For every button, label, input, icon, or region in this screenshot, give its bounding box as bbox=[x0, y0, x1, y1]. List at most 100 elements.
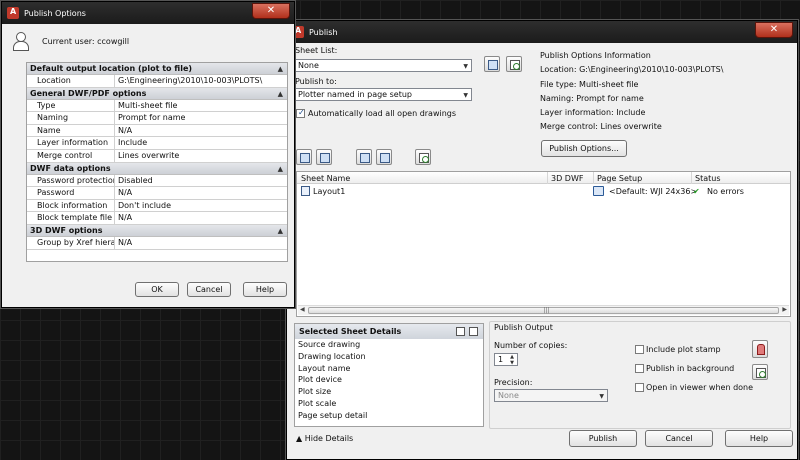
details-title: Selected Sheet Details bbox=[295, 324, 483, 339]
property-value[interactable]: Don't include bbox=[115, 200, 287, 212]
property-value[interactable]: Lines overwrite bbox=[115, 150, 287, 162]
property-row[interactable]: Name N/A bbox=[27, 124, 287, 138]
sheet-list-label: Sheet List: bbox=[295, 46, 338, 55]
hide-details-link[interactable]: ▲ Hide Details bbox=[296, 434, 353, 443]
publish-titlebar[interactable]: Publish bbox=[287, 21, 797, 43]
details-item: Plot scale bbox=[298, 398, 337, 408]
move-down-icon[interactable] bbox=[376, 149, 392, 165]
property-row[interactable]: Location G:\Engineering\2010\10-003\PLOTS… bbox=[27, 75, 287, 88]
options-titlebar[interactable]: Publish Options bbox=[2, 2, 294, 24]
property-value[interactable]: N/A bbox=[115, 187, 287, 199]
publish-options-button[interactable]: Publish Options... bbox=[541, 140, 627, 157]
property-key: Layer information bbox=[27, 137, 115, 149]
info-naming: Naming: Prompt for name bbox=[540, 94, 644, 103]
property-value[interactable]: Disabled bbox=[115, 175, 287, 187]
property-value[interactable]: N/A bbox=[115, 237, 287, 249]
grid-header: Sheet Name 3D DWF Page Setup Status bbox=[297, 172, 790, 184]
details-item: Page setup detail bbox=[298, 410, 368, 420]
property-value[interactable]: Multi-sheet file bbox=[115, 100, 287, 112]
property-row[interactable]: Block template file N/A bbox=[27, 212, 287, 225]
property-value[interactable]: G:\Engineering\2010\10-003\PLOTS\ bbox=[115, 75, 287, 87]
background-checkbox[interactable] bbox=[635, 364, 644, 373]
current-user-label: Current user: ccowgill bbox=[42, 36, 130, 46]
current-user-row: Current user: ccowgill bbox=[12, 32, 130, 51]
property-key: Password protection bbox=[27, 174, 115, 187]
details-title-text: Selected Sheet Details bbox=[299, 327, 402, 336]
table-row[interactable]: Layout1 <Default: WJI 24x36> ✔ No errors bbox=[297, 185, 790, 197]
sheet-list-dropdown[interactable]: None ▼ bbox=[294, 59, 472, 72]
property-row[interactable]: Naming Prompt for name bbox=[27, 112, 287, 125]
property-row[interactable]: Password N/A bbox=[27, 187, 287, 200]
chevron-down-icon: ▼ bbox=[463, 63, 468, 70]
cancel-button[interactable]: Cancel bbox=[645, 430, 713, 447]
publish-settings-icon[interactable] bbox=[752, 364, 768, 380]
property-key: Password bbox=[27, 187, 115, 199]
section-general-options[interactable]: General DWF/PDF options ▲ bbox=[27, 87, 287, 100]
property-value[interactable]: Include bbox=[115, 137, 287, 149]
sheet-name: Layout1 bbox=[313, 187, 346, 196]
property-row[interactable]: Password protection Disabled bbox=[27, 174, 287, 188]
property-value[interactable]: N/A bbox=[115, 212, 287, 224]
options-close-button[interactable]: ✕ bbox=[252, 3, 290, 19]
collapse-icon[interactable]: ▲ bbox=[278, 63, 283, 75]
section-3d-dwf[interactable]: 3D DWF options ▲ bbox=[27, 224, 287, 237]
property-row[interactable]: Block information Don't include bbox=[27, 199, 287, 213]
scroll-left-icon[interactable]: ◀ bbox=[300, 306, 305, 313]
property-row[interactable]: Layer information Include bbox=[27, 137, 287, 150]
horizontal-scrollbar[interactable]: ◀ ||| ▶ bbox=[298, 305, 789, 315]
property-value[interactable]: Prompt for name bbox=[115, 112, 287, 124]
spin-arrows-icon[interactable]: ▲ ▼ bbox=[510, 354, 514, 366]
scroll-right-icon[interactable]: ▶ bbox=[782, 306, 787, 313]
collapse-icon[interactable]: ▲ bbox=[278, 163, 283, 175]
remove-sheets-icon[interactable] bbox=[316, 149, 332, 165]
options-title: Publish Options bbox=[24, 8, 86, 18]
col-sheet-name[interactable]: Sheet Name bbox=[301, 174, 350, 183]
property-key: Location bbox=[27, 75, 115, 87]
details-next-icon[interactable] bbox=[469, 327, 478, 336]
viewer-checkbox[interactable] bbox=[635, 383, 644, 392]
publish-close-button[interactable]: ✕ bbox=[755, 22, 793, 38]
copies-value: 1 bbox=[498, 355, 504, 364]
publish-to-value: Plotter named in page setup bbox=[298, 90, 413, 99]
autocad-app-icon bbox=[7, 7, 19, 19]
details-prev-icon[interactable] bbox=[456, 327, 465, 336]
info-location: Location: G:\Engineering\2010\10-003\PLO… bbox=[540, 65, 724, 74]
plot-stamp-settings-icon[interactable] bbox=[752, 340, 768, 358]
ok-button[interactable]: OK bbox=[135, 282, 179, 297]
preview-icon[interactable] bbox=[415, 149, 431, 165]
options-help-button[interactable]: Help bbox=[243, 282, 287, 297]
status-value: No errors bbox=[707, 187, 744, 196]
options-cancel-button[interactable]: Cancel bbox=[187, 282, 231, 297]
property-key: Block template file bbox=[27, 212, 115, 224]
col-status[interactable]: Status bbox=[695, 174, 721, 183]
copies-stepper[interactable]: 1 ▲ ▼ bbox=[494, 353, 518, 366]
plotter-icon bbox=[593, 186, 604, 196]
include-stamp-checkbox[interactable] bbox=[635, 345, 644, 354]
section-output-location[interactable]: Default output location (plot to file) ▲ bbox=[27, 63, 287, 75]
add-sheets-icon[interactable] bbox=[296, 149, 312, 165]
scrollbar-thumb[interactable]: ||| bbox=[308, 307, 779, 314]
col-page-setup[interactable]: Page Setup bbox=[597, 174, 642, 183]
col-3d-dwf[interactable]: 3D DWF bbox=[551, 174, 583, 183]
section-dwf-data[interactable]: DWF data options ▲ bbox=[27, 162, 287, 175]
publish-output-title: Publish Output bbox=[494, 323, 553, 332]
help-button[interactable]: Help bbox=[725, 430, 793, 447]
save-sheet-list-icon[interactable] bbox=[506, 56, 522, 72]
move-up-icon[interactable] bbox=[356, 149, 372, 165]
precision-dropdown[interactable]: None ▼ bbox=[494, 389, 608, 402]
details-item: Plot size bbox=[298, 387, 332, 397]
collapse-icon[interactable]: ▲ bbox=[278, 225, 283, 237]
property-row[interactable]: Type Multi-sheet file bbox=[27, 99, 287, 113]
collapse-icon[interactable]: ▲ bbox=[278, 88, 283, 100]
property-row[interactable]: Group by Xref hiera... N/A bbox=[27, 236, 287, 250]
property-key: Naming bbox=[27, 112, 115, 124]
auto-load-checkbox[interactable] bbox=[296, 108, 305, 118]
property-row[interactable]: Merge control Lines overwrite bbox=[27, 149, 287, 163]
publish-button[interactable]: Publish bbox=[569, 430, 637, 447]
publish-to-dropdown[interactable]: Plotter named in page setup ▼ bbox=[294, 88, 472, 101]
load-sheet-list-icon[interactable] bbox=[484, 56, 500, 72]
copies-label: Number of copies: bbox=[494, 341, 568, 350]
property-value[interactable]: N/A bbox=[115, 125, 287, 137]
chevron-up-icon: ▲ bbox=[296, 434, 305, 443]
page-setup-value[interactable]: <Default: WJI 24x36> bbox=[609, 187, 697, 196]
